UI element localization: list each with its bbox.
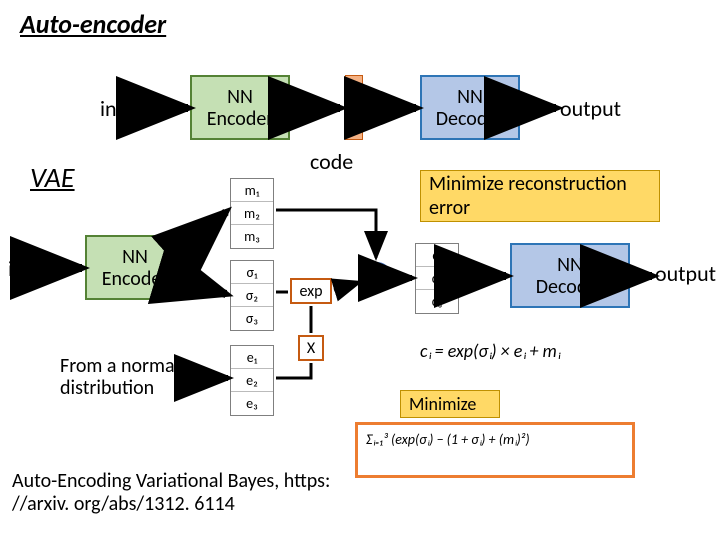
- sigma-vector: σ₁ σ₂ σ₃: [230, 260, 274, 331]
- label-output-top: output: [560, 95, 621, 122]
- slide-title: Auto-encoder: [20, 8, 166, 40]
- c-vector: c₁ c₂ c₃: [415, 243, 459, 314]
- s2: σ₂: [231, 284, 273, 307]
- m1: m₁: [231, 179, 273, 202]
- nn-encoder-top: NN Encoder: [190, 75, 290, 140]
- label-minimize-loss: Minimize: [400, 390, 500, 418]
- c3: c₃: [416, 290, 458, 313]
- e-vector: e₁ e₂ e₃: [230, 345, 274, 416]
- op-plus: +: [362, 262, 392, 292]
- c1: c₁: [416, 244, 458, 267]
- op-times: X: [298, 335, 324, 361]
- m2: m₂: [231, 202, 273, 225]
- c2: c₂: [416, 267, 458, 290]
- s3: σ₃: [231, 307, 273, 330]
- e1: e₁: [231, 346, 273, 369]
- e2: e₂: [231, 369, 273, 392]
- m3: m₃: [231, 225, 273, 248]
- op-exp: exp: [290, 278, 332, 304]
- nn-encoder-bottom: NN Encoder: [85, 235, 185, 300]
- nn-decoder-top: NN Decoder: [420, 75, 520, 140]
- citation: Auto-Encoding Variational Bayes, https: …: [12, 470, 352, 516]
- m-vector: m₁ m₂ m₃: [230, 178, 274, 249]
- label-code: code: [310, 148, 353, 175]
- code-top: [345, 75, 363, 140]
- label-from-normal: From a normal distribution: [60, 355, 220, 399]
- s1: σ₁: [231, 261, 273, 284]
- eq-ci: cᵢ = exp(σᵢ) × eᵢ + mᵢ: [420, 340, 560, 362]
- eq-loss: Σᵢ₌₁³ (exp(σᵢ) − (1 + σᵢ) + (mᵢ)²): [355, 422, 635, 478]
- note-minimize-recon: Minimize reconstruction error: [420, 170, 660, 222]
- label-output-right: output: [655, 260, 716, 287]
- vae-heading: VAE: [30, 160, 75, 195]
- e3: e₃: [231, 392, 273, 415]
- label-input-left: input: [8, 255, 55, 282]
- nn-decoder-bottom: NN Decoder: [510, 243, 630, 308]
- label-input-top: input: [100, 95, 147, 122]
